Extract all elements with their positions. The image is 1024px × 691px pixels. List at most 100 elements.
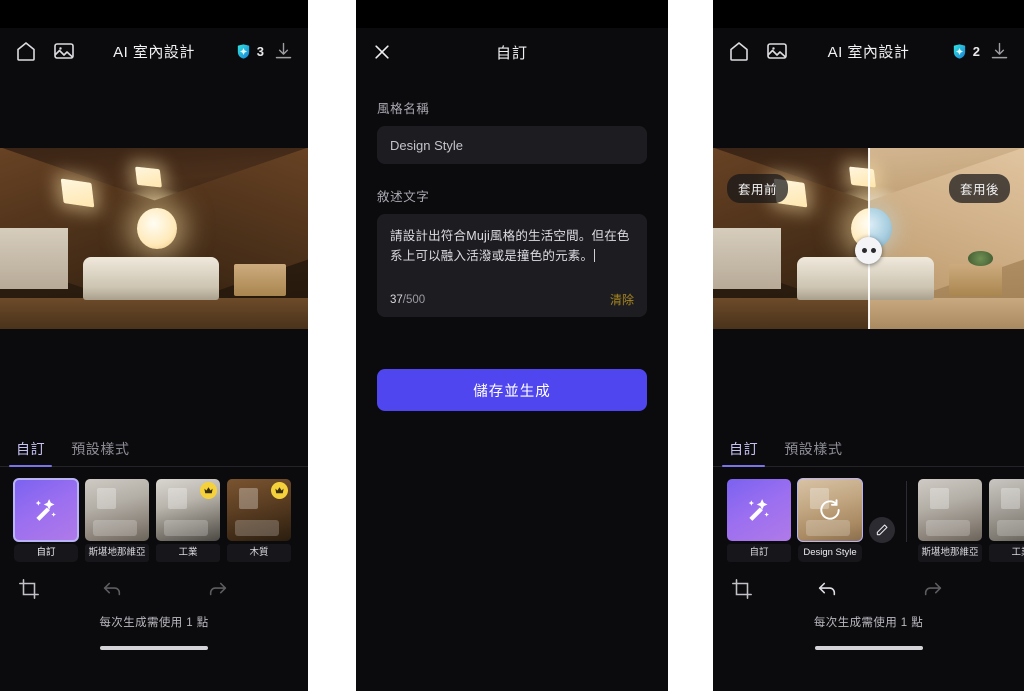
app-bar-actions: 2 xyxy=(951,41,1010,62)
generation-cost-hint: 每次生成需使用 1 點 xyxy=(99,617,209,629)
phone-screen-editor: AI 室內設計 3 自訂 預設樣式 自訂 斯堪地那維亞 工業 木質 每次生成需使… xyxy=(0,0,308,691)
edit-style-button[interactable] xyxy=(869,516,895,543)
style-name-label: 風格名稱 xyxy=(377,102,430,116)
home-indicator xyxy=(100,646,208,650)
style-label: Design Style xyxy=(798,544,862,562)
skylight-b xyxy=(134,166,162,188)
editor-top-spacer xyxy=(0,74,308,148)
style-thumbnail xyxy=(797,478,863,542)
room-preview-image[interactable] xyxy=(0,148,308,329)
style-thumbnail xyxy=(85,479,149,541)
style-name-input[interactable]: Design Style xyxy=(377,126,647,164)
credit-count: 2 xyxy=(972,43,980,59)
crown-icon xyxy=(271,482,288,499)
bottom-toolbar: 每次生成需使用 1 點 xyxy=(0,562,308,650)
before-tag: 套用前 xyxy=(727,174,789,203)
app-bar: AI 室內設計 3 xyxy=(0,28,308,74)
result-bottom-spacer xyxy=(713,329,1024,433)
round-window xyxy=(137,207,178,250)
clear-button[interactable]: 清除 xyxy=(610,291,634,308)
credit-count: 3 xyxy=(256,43,264,59)
sheet-header: 自訂 xyxy=(356,28,668,76)
description-label: 敘述文字 xyxy=(377,190,430,204)
style-strip[interactable]: 自訂 Design Style 斯堪地那維亞 工 xyxy=(713,467,1024,562)
status-bar xyxy=(0,0,308,28)
strip-divider xyxy=(906,481,907,542)
char-counter-current: 37 xyxy=(390,293,403,306)
style-tabs: 自訂 預設樣式 xyxy=(0,433,308,467)
before-after-compare[interactable]: 套用前 套用後 xyxy=(713,148,1024,329)
undo-icon[interactable] xyxy=(816,578,838,600)
undo-icon[interactable] xyxy=(101,578,123,600)
refresh-icon[interactable] xyxy=(798,479,862,541)
credit-badge[interactable]: 3 xyxy=(235,43,264,60)
redo-icon[interactable] xyxy=(922,578,944,600)
style-label: 工業 xyxy=(156,544,220,562)
status-bar xyxy=(713,0,1024,28)
crop-icon[interactable] xyxy=(731,578,753,600)
style-label: 斯堪地那維亞 xyxy=(85,544,149,562)
crown-icon xyxy=(200,482,217,499)
style-card-industrial[interactable]: 工業 xyxy=(156,479,220,562)
char-counter: 37/500 xyxy=(390,294,425,306)
char-counter-max: /500 xyxy=(402,293,426,306)
phone-screen-custom-sheet: 自訂 風格名稱 Design Style 敘述文字 請設計出符合Muji風格的生… xyxy=(356,0,668,691)
style-label: 自訂 xyxy=(14,544,78,562)
style-thumbnail xyxy=(227,479,291,541)
style-card-wood[interactable]: 木質 xyxy=(227,479,291,562)
sheet-title: 自訂 xyxy=(495,44,528,62)
home-indicator xyxy=(814,646,923,650)
generation-cost-hint: 每次生成需使用 1 點 xyxy=(813,617,924,629)
magic-wand-icon xyxy=(748,499,769,521)
style-card-industrial[interactable]: 工業 xyxy=(989,479,1024,562)
style-card-custom[interactable]: 自訂 xyxy=(727,479,791,562)
compare-slider-handle[interactable] xyxy=(855,236,882,264)
screenshot-stage: AI 室內設計 3 自訂 預設樣式 自訂 斯堪地那維亞 工業 木質 每次生成需使… xyxy=(0,0,1024,691)
phone-screen-result: AI 室內設計 2 套用前 套用後 自訂 預設樣式 自訂 Design Styl… xyxy=(713,0,1024,691)
home-icon[interactable] xyxy=(14,39,38,63)
bottom-toolbar: 每次生成需使用 1 點 xyxy=(713,562,1024,650)
wall-left xyxy=(0,227,68,290)
download-icon[interactable] xyxy=(989,41,1010,62)
after-tag: 套用後 xyxy=(948,174,1010,203)
redo-icon[interactable] xyxy=(207,578,229,600)
download-icon[interactable] xyxy=(273,41,294,62)
gallery-icon[interactable] xyxy=(52,39,76,63)
app-bar: AI 室內設計 2 xyxy=(713,28,1024,74)
result-top-spacer xyxy=(713,74,1024,148)
style-card-design-style[interactable]: Design Style xyxy=(797,478,863,562)
tab-presets[interactable]: 預設樣式 xyxy=(784,439,842,466)
credit-badge[interactable]: 2 xyxy=(951,43,980,60)
gem-icon xyxy=(237,43,249,59)
magic-wand-icon xyxy=(35,499,56,521)
style-card-custom[interactable]: 自訂 xyxy=(13,478,79,562)
app-bar-actions: 3 xyxy=(235,41,294,62)
bed xyxy=(83,256,219,301)
custom-style-thumbnail xyxy=(13,478,79,542)
style-label: 工業 xyxy=(989,544,1024,562)
textarea-footer: 37/500 清除 xyxy=(390,291,634,308)
gem-icon xyxy=(953,43,965,59)
tab-custom[interactable]: 自訂 xyxy=(8,439,53,467)
style-card-scandinavian[interactable]: 斯堪地那維亞 xyxy=(918,479,982,562)
description-textarea[interactable]: 請設計出符合Muji風格的生活空間。但在色系上可以融入活潑或是撞色的元素。 37… xyxy=(377,214,647,317)
home-icon[interactable] xyxy=(727,39,751,63)
skylight-a xyxy=(60,178,94,207)
gallery-icon[interactable] xyxy=(765,39,789,63)
tab-presets[interactable]: 預設樣式 xyxy=(71,439,129,466)
style-card-scandinavian[interactable]: 斯堪地那維亞 xyxy=(85,479,149,562)
style-strip[interactable]: 自訂 斯堪地那維亞 工業 木質 xyxy=(0,467,308,562)
attic-scene xyxy=(0,148,308,329)
style-label: 斯堪地那維亞 xyxy=(918,544,982,562)
text-caret xyxy=(594,249,596,263)
pencil-icon xyxy=(876,524,888,535)
style-label: 木質 xyxy=(227,544,291,562)
save-and-generate-button[interactable]: 儲存並生成 xyxy=(377,369,647,411)
close-icon[interactable] xyxy=(372,42,392,62)
tab-custom[interactable]: 自訂 xyxy=(721,439,766,467)
sheet-body: 風格名稱 Design Style 敘述文字 請設計出符合Muji風格的生活空間… xyxy=(356,98,668,411)
crop-icon[interactable] xyxy=(18,578,40,600)
style-thumbnail xyxy=(989,479,1024,541)
editor-bottom-spacer xyxy=(0,329,308,433)
status-bar xyxy=(356,0,668,28)
